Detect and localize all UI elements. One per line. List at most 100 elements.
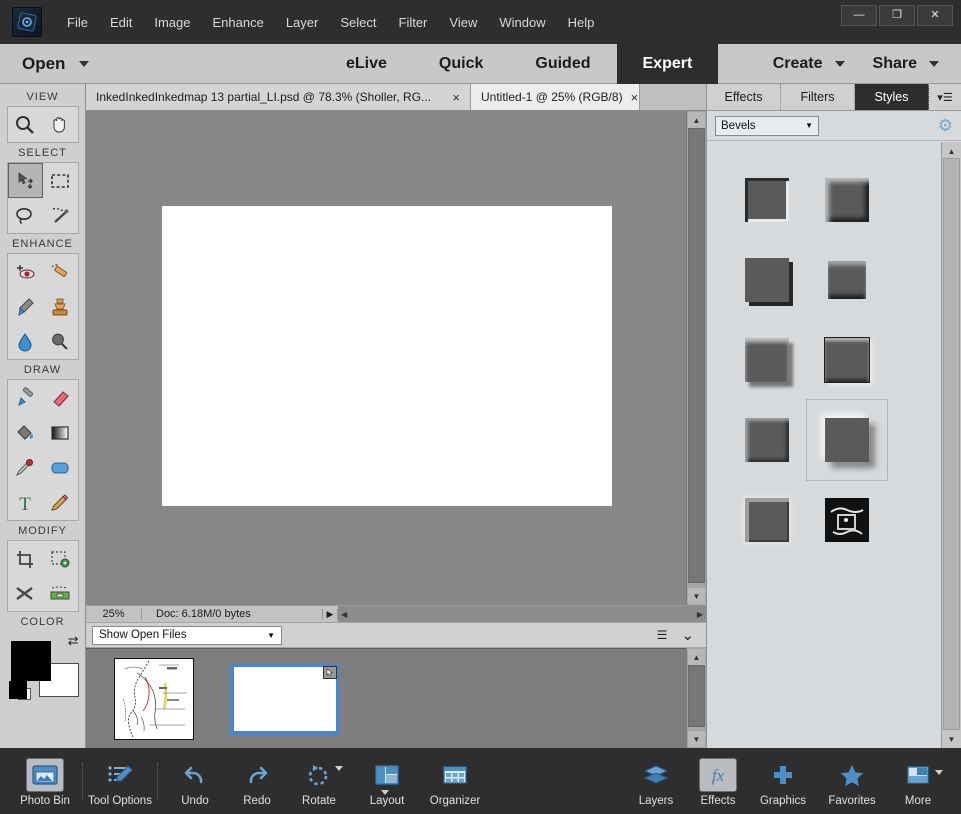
- spot-healing-brush-tool[interactable]: [43, 254, 78, 289]
- eraser-tool[interactable]: [43, 380, 78, 415]
- pencil-tool[interactable]: [43, 485, 78, 520]
- scroll-down-arrow-icon[interactable]: ▼: [943, 731, 960, 747]
- rotate-button[interactable]: Rotate: [288, 756, 350, 807]
- style-swatch-simple-sharp-inner[interactable]: [807, 160, 887, 240]
- gear-icon[interactable]: ⚙: [938, 116, 953, 136]
- content-aware-move-tool[interactable]: [8, 576, 43, 611]
- blur-tool[interactable]: [8, 324, 43, 359]
- tab-guided[interactable]: Guided: [509, 44, 616, 84]
- scrollbar-thumb[interactable]: [943, 158, 960, 730]
- menu-edit[interactable]: Edit: [99, 11, 143, 34]
- style-swatch-simple-sharp-outer[interactable]: [727, 240, 807, 320]
- layout-button[interactable]: Layout: [356, 756, 418, 807]
- shape-tool[interactable]: [43, 450, 78, 485]
- menu-file[interactable]: File: [56, 11, 99, 34]
- redo-button[interactable]: Redo: [226, 756, 288, 807]
- quick-selection-tool[interactable]: [43, 198, 78, 233]
- style-swatch-simple-pillow-emboss[interactable]: [807, 320, 887, 400]
- tool-options-button[interactable]: Tool Options: [88, 756, 152, 807]
- favorites-button[interactable]: Favorites: [817, 756, 887, 807]
- zoom-level-field[interactable]: 25%: [86, 608, 142, 620]
- menu-help[interactable]: Help: [557, 11, 606, 34]
- style-swatch-simple-sharp-pillow-emboss[interactable]: [727, 480, 807, 560]
- crop-tool[interactable]: [8, 541, 43, 576]
- share-button[interactable]: Share: [859, 55, 953, 73]
- close-button[interactable]: ✕: [917, 5, 953, 26]
- create-button[interactable]: Create: [759, 55, 859, 73]
- maximize-button[interactable]: ❐: [879, 5, 915, 26]
- styles-category-select[interactable]: Bevels ▼: [715, 115, 819, 136]
- red-eye-removal-tool[interactable]: [8, 254, 43, 289]
- document-tab-close-icon[interactable]: ×: [631, 90, 639, 105]
- scroll-down-arrow-icon[interactable]: ▼: [688, 731, 705, 747]
- tab-elive[interactable]: eLive: [320, 44, 413, 84]
- hand-tool[interactable]: [43, 107, 78, 142]
- recompose-tool[interactable]: [43, 541, 78, 576]
- default-colors-icon[interactable]: [8, 681, 27, 699]
- canvas-area[interactable]: [86, 111, 706, 605]
- status-expand-arrow-icon[interactable]: ▶: [322, 608, 338, 620]
- canvas-vertical-scrollbar[interactable]: ▲ ▼: [686, 111, 706, 605]
- scroll-up-arrow-icon[interactable]: ▲: [688, 112, 705, 128]
- clone-stamp-tool[interactable]: [43, 289, 78, 324]
- paint-bucket-tool[interactable]: [8, 415, 43, 450]
- graphics-button[interactable]: Graphics: [749, 756, 817, 807]
- style-swatch-simple-outer[interactable]: [806, 399, 888, 481]
- scroll-up-arrow-icon[interactable]: ▲: [943, 143, 960, 159]
- swap-colors-icon[interactable]: ⇄: [68, 633, 79, 649]
- scrollbar-thumb[interactable]: [688, 128, 705, 583]
- right-panel-scrollbar[interactable]: ▲ ▼: [941, 142, 961, 748]
- scroll-down-arrow-icon[interactable]: ▼: [688, 588, 705, 604]
- canvas-horizontal-scrollbar[interactable]: ◀ ▶: [338, 605, 706, 623]
- straighten-tool[interactable]: [43, 576, 78, 611]
- brush-tool[interactable]: [8, 380, 43, 415]
- foreground-color-swatch[interactable]: [10, 641, 51, 681]
- document-tab-untitled[interactable]: Untitled-1 @ 25% (RGB/8) ×: [471, 84, 640, 110]
- layers-button[interactable]: Layers: [625, 756, 687, 807]
- more-button[interactable]: More: [887, 756, 949, 807]
- canvas-document[interactable]: [162, 206, 612, 506]
- undo-button[interactable]: Undo: [164, 756, 226, 807]
- show-open-files-select[interactable]: Show Open Files ▼: [92, 625, 282, 645]
- eyedropper-tool[interactable]: [8, 450, 43, 485]
- minimize-button[interactable]: —: [841, 5, 877, 26]
- zoom-tool[interactable]: [8, 107, 43, 142]
- bin-thumbnail-map[interactable]: [114, 657, 194, 740]
- document-tab-map[interactable]: InkedInkedInkedmap 13 partial_LI.psd @ 7…: [86, 84, 471, 110]
- menu-enhance[interactable]: Enhance: [202, 11, 275, 34]
- move-tool[interactable]: [7, 163, 43, 198]
- gradient-tool[interactable]: [43, 415, 78, 450]
- tab-styles[interactable]: Styles: [855, 84, 929, 110]
- photo-bin-scrollbar[interactable]: ▲ ▼: [686, 648, 706, 748]
- tab-quick[interactable]: Quick: [413, 44, 509, 84]
- organizer-button[interactable]: Organizer: [418, 756, 492, 807]
- style-swatch-inset-bevel[interactable]: [727, 400, 807, 480]
- tab-expert[interactable]: Expert: [616, 44, 719, 84]
- style-swatch-simple-emboss[interactable]: [727, 320, 807, 400]
- effects-button[interactable]: fx Effects: [687, 756, 749, 807]
- type-tool[interactable]: T: [8, 485, 43, 520]
- open-button[interactable]: Open: [22, 54, 90, 74]
- scroll-right-arrow-icon[interactable]: ▶: [697, 610, 703, 619]
- panel-menu-icon[interactable]: ☰: [657, 628, 668, 642]
- sponge-tool[interactable]: [43, 324, 78, 359]
- menu-window[interactable]: Window: [488, 11, 556, 34]
- tab-effects[interactable]: Effects: [707, 84, 781, 110]
- scroll-left-arrow-icon[interactable]: ◀: [341, 610, 347, 619]
- menu-select[interactable]: Select: [329, 11, 387, 34]
- photo-bin-button[interactable]: Photo Bin: [14, 756, 76, 807]
- style-swatch-wireframe[interactable]: [807, 480, 887, 560]
- lasso-tool[interactable]: [8, 198, 43, 233]
- smart-brush-tool[interactable]: [8, 289, 43, 324]
- tab-filters[interactable]: Filters: [781, 84, 855, 110]
- document-tab-close-icon[interactable]: ×: [452, 90, 460, 105]
- scroll-up-arrow-icon[interactable]: ▲: [688, 649, 705, 665]
- menu-view[interactable]: View: [438, 11, 488, 34]
- bin-thumbnail-untitled[interactable]: [230, 662, 340, 735]
- collapse-chevron-icon[interactable]: ⌄: [681, 626, 694, 644]
- style-swatch-scalloped-edge[interactable]: [807, 240, 887, 320]
- rectangular-marquee-tool[interactable]: [43, 163, 78, 198]
- scrollbar-thumb[interactable]: [688, 665, 705, 727]
- menu-image[interactable]: Image: [143, 11, 201, 34]
- menu-layer[interactable]: Layer: [275, 11, 330, 34]
